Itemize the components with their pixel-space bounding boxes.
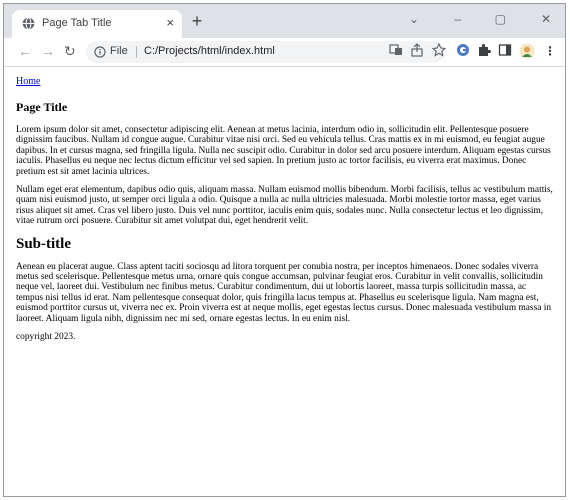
browser-toolbar: ← → ↻ File | C:/Projects/html/index.html xyxy=(4,38,565,67)
globe-icon xyxy=(22,17,35,30)
profile-avatar-icon[interactable] xyxy=(519,43,535,59)
browser-tab[interactable]: Page Tab Title × xyxy=(12,10,182,38)
page-content: Home Page Title Lorem ipsum dolor sit am… xyxy=(4,67,565,496)
paragraph-1: Lorem ipsum dolor sit amet, consectetur … xyxy=(16,125,551,177)
sub-paragraph: Aenean eu placerat augue. Class aptent t… xyxy=(16,261,552,324)
tab-strip: Page Tab Title × + ⌄ – ▢ ✕ xyxy=(4,4,565,38)
paragraph-2: Nullam eget erat elementum, dapibus odio… xyxy=(16,185,553,227)
back-arrow-icon[interactable]: ← xyxy=(18,43,32,59)
star-icon[interactable] xyxy=(431,42,447,59)
forward-arrow-icon[interactable]: → xyxy=(41,43,55,59)
copyright-footer: copyright 2023. xyxy=(16,332,76,343)
info-icon[interactable] xyxy=(94,45,106,58)
address-separator: | xyxy=(135,44,139,58)
tab-close-icon[interactable]: × xyxy=(166,15,174,31)
sidepanel-icon[interactable] xyxy=(497,43,513,59)
puzzle-icon[interactable] xyxy=(476,43,492,59)
extension-g-icon[interactable] xyxy=(455,43,471,59)
share-icon[interactable] xyxy=(409,43,425,59)
translate-icon[interactable] xyxy=(388,43,404,59)
new-tab-plus-icon[interactable]: + xyxy=(188,12,206,31)
browser-window: Page Tab Title × + ⌄ – ▢ ✕ ← → ↻ File | xyxy=(3,3,566,497)
minimize-icon[interactable]: – xyxy=(454,12,461,26)
close-window-icon[interactable]: ✕ xyxy=(541,12,551,26)
page-title: Page Title xyxy=(16,100,68,114)
tab-search-chevron-icon[interactable]: ⌄ xyxy=(409,12,419,26)
reload-icon[interactable]: ↻ xyxy=(64,43,76,59)
home-link[interactable]: Home xyxy=(16,76,40,87)
maximize-icon[interactable]: ▢ xyxy=(495,12,506,26)
sub-title: Sub-title xyxy=(16,235,72,252)
tab-title: Page Tab Title xyxy=(42,17,112,29)
address-scheme-label: File xyxy=(110,45,128,57)
menu-icon[interactable]: ⋮ xyxy=(542,43,558,59)
address-url[interactable]: C:/Projects/html/index.html xyxy=(144,45,275,57)
